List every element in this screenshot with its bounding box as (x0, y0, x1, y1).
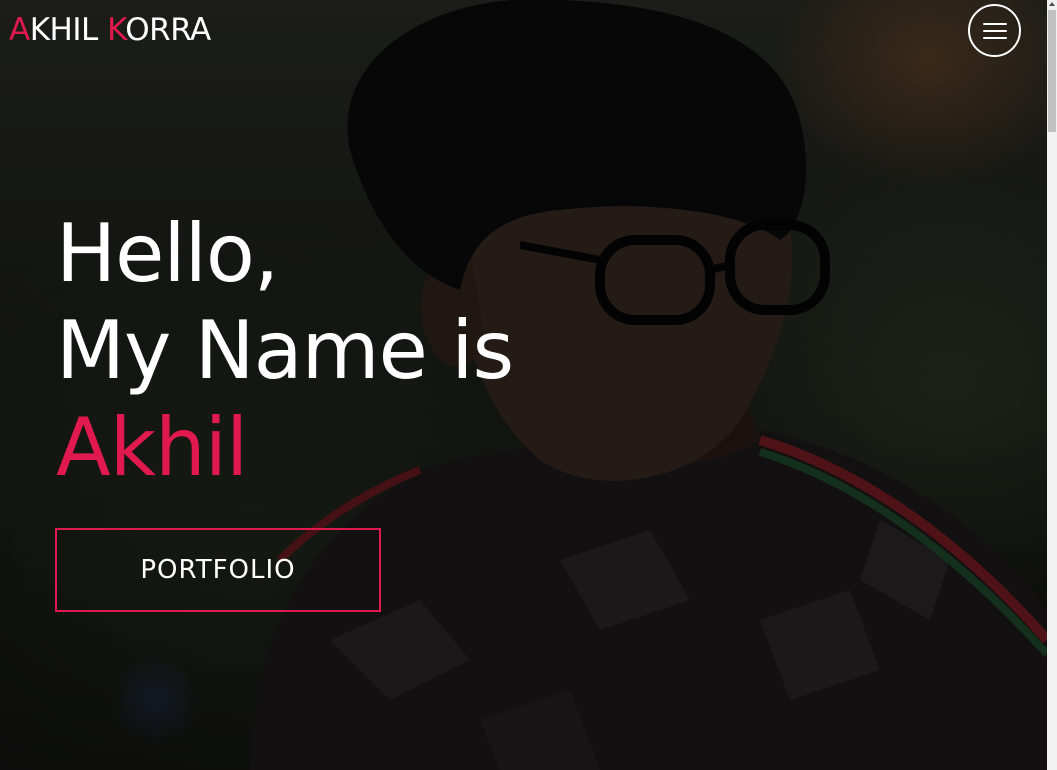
scroll-up-arrow-icon[interactable] (1049, 2, 1055, 6)
portfolio-button[interactable]: PORTFOLIO (55, 528, 381, 612)
hero-name: Akhil (56, 401, 248, 494)
brand-logo[interactable]: AKHIL KORRA (9, 12, 211, 48)
hamburger-menu-icon (983, 23, 1007, 25)
hamburger-menu-button[interactable] (968, 4, 1021, 57)
hamburger-menu-icon-bar-2 (983, 30, 1007, 32)
brand-last-rest: ORRA (125, 12, 211, 48)
hamburger-menu-icon-bar-3 (983, 37, 1007, 39)
brand-last-initial: K (107, 12, 126, 48)
brand-first-rest: KHIL (29, 12, 108, 48)
brand-first-initial: A (9, 12, 30, 48)
hero-intro: My Name is (56, 304, 514, 397)
hero-heading: Hello, My Name is Akhil (56, 205, 514, 496)
hero-greeting: Hello, (56, 207, 279, 300)
scrollbar-thumb[interactable] (1048, 10, 1056, 132)
